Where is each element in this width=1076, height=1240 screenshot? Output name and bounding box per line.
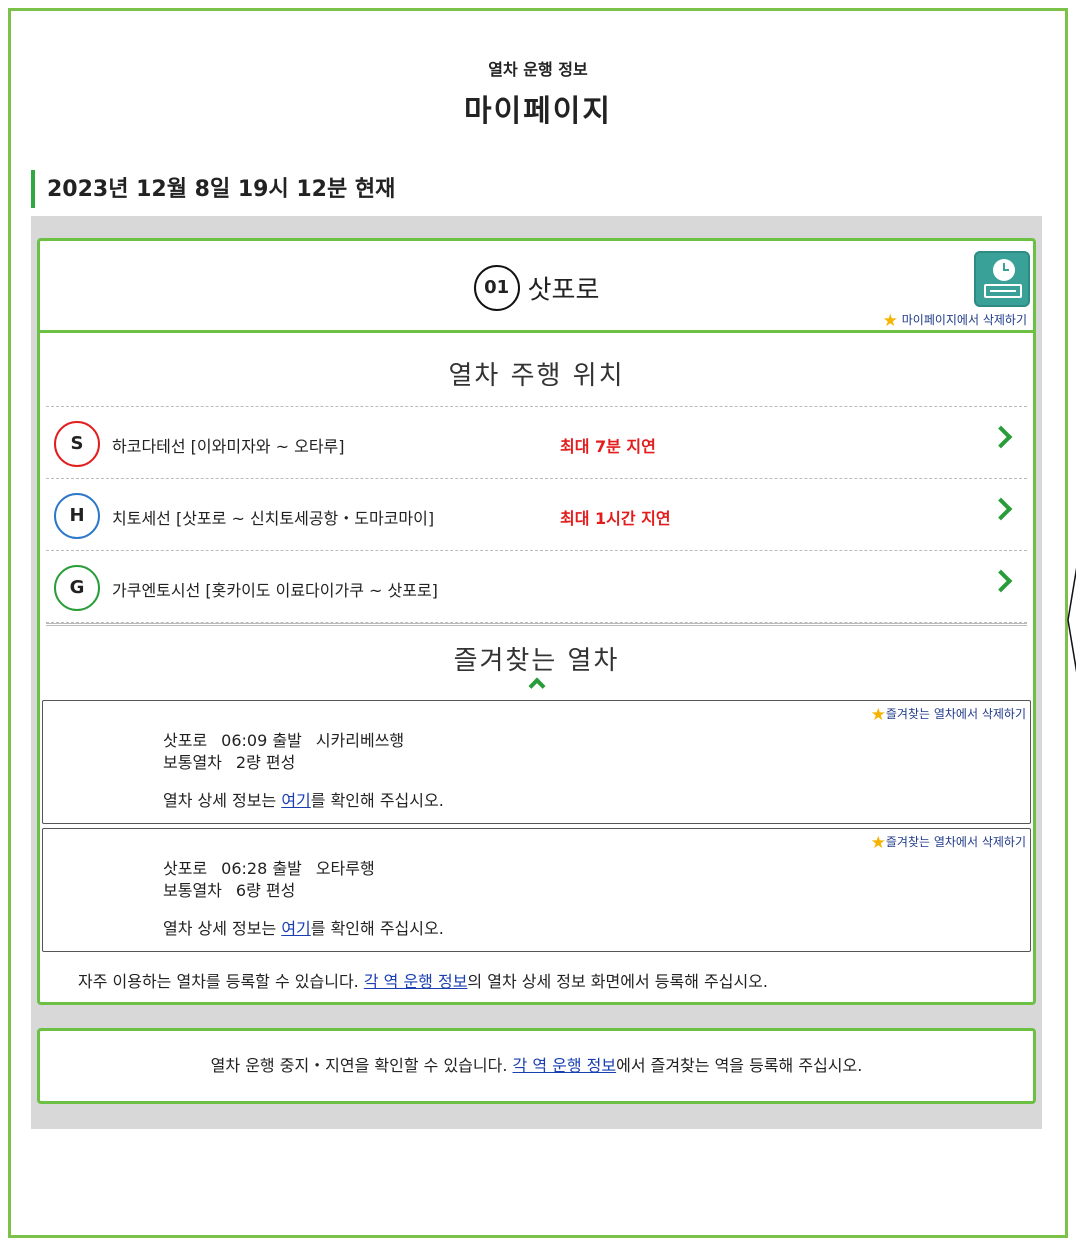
- line-name: 가쿠엔토시선 [홋카이도 이료다이가쿠 ~ 삿포로]: [112, 581, 438, 600]
- train-type: 보통열차: [163, 753, 222, 772]
- train-departure-info: 삿포로 06:28 출발 오타루행: [163, 855, 375, 879]
- train-detail-text: 열차 상세 정보는 여기를 확인해 주십시오.: [163, 915, 444, 939]
- train-time: 06:09 출발: [221, 731, 302, 750]
- page-subtitle: 열차 운행 정보: [488, 60, 588, 79]
- train-detail-link[interactable]: 여기: [281, 791, 310, 810]
- favorite-trains-title: 즐겨찾는 열차: [453, 646, 620, 676]
- line-row-s[interactable]: S 하코다테선 [이와미자와 ~ 오타루] 최대 7분 지연: [46, 407, 1027, 479]
- bottom-notice-suffix: 에서 즐겨찾는 역을 등록해 주십시오.: [616, 1056, 863, 1075]
- train-cars: 6량 편성: [235, 881, 296, 900]
- train-station: 삿포로: [163, 859, 208, 878]
- remove-favorite-label: 즐겨찾는 열차에서 삭제하기: [885, 707, 1026, 721]
- train-destination: 오타루행: [315, 859, 375, 878]
- star-icon: ★: [882, 311, 898, 331]
- departure-board-icon: [984, 284, 1022, 298]
- station-number-badge: 01: [473, 265, 520, 311]
- favorite-train-item: ★즐겨찾는 열차에서 삭제하기 삿포로 06:09 출발 시카리베쓰행 보통열차 2량…: [42, 700, 1031, 824]
- line-name: 치토세선 [삿포로 ~ 신치토세공항・도마코마이]: [112, 509, 435, 528]
- chevron-right-icon[interactable]: [989, 569, 1013, 593]
- train-departure-info: 삿포로 06:09 출발 시카리베쓰행: [163, 727, 404, 751]
- remove-favorite-link[interactable]: ★즐겨찾는 열차에서 삭제하기: [871, 833, 1026, 853]
- train-detail-text: 열차 상세 정보는 여기를 확인해 주십시오.: [163, 787, 444, 811]
- line-badge-g: G: [54, 565, 100, 611]
- remove-favorite-link[interactable]: ★즐겨찾는 열차에서 삭제하기: [871, 705, 1026, 725]
- line-badge-s: S: [54, 421, 100, 467]
- station-clock-board-icon[interactable]: [974, 251, 1030, 307]
- station-header: 01 삿포로 ★ 마이페이지에서 삭제하기: [40, 241, 1033, 333]
- detail-suffix: 를 확인해 주십시오.: [310, 791, 444, 810]
- line-row-g[interactable]: G 가쿠엔토시선 [홋카이도 이료다이가쿠 ~ 삿포로]: [46, 551, 1027, 623]
- page-title: 마이페이지: [464, 94, 612, 129]
- star-icon: ★: [870, 833, 886, 853]
- chevron-right-icon[interactable]: [989, 497, 1013, 521]
- station-title: 01 삿포로: [40, 265, 1033, 311]
- favorite-train-item: ★즐겨찾는 열차에서 삭제하기 삿포로 06:28 출발 오타루행 보통열차 6량 편…: [42, 828, 1031, 952]
- train-type-info: 보통열차 6량 편성: [163, 877, 295, 901]
- favorite-trains-header[interactable]: 즐겨찾는 열차: [40, 626, 1033, 700]
- bracket-decoration: [1067, 567, 1076, 673]
- bottom-notice-prefix: 열차 운행 중지・지연을 확인할 수 있습니다.: [210, 1056, 513, 1075]
- star-icon: ★: [870, 705, 886, 725]
- train-position-title: 열차 주행 위치: [448, 361, 625, 391]
- train-type: 보통열차: [163, 881, 222, 900]
- train-type-info: 보통열차 2량 편성: [163, 749, 295, 773]
- detail-prefix: 열차 상세 정보는: [163, 791, 282, 810]
- train-cars: 2량 편성: [235, 753, 296, 772]
- detail-suffix: 를 확인해 주십시오.: [310, 919, 444, 938]
- page-header: 열차 운행 정보 마이페이지: [0, 56, 1076, 130]
- remove-from-mypage-link[interactable]: ★ 마이페이지에서 삭제하기: [883, 311, 1027, 331]
- line-delay-status: 최대 1시간 지연: [560, 509, 671, 528]
- detail-prefix: 열차 상세 정보는: [163, 919, 282, 938]
- favorites-note: 자주 이용하는 열차를 등록할 수 있습니다. 각 역 운행 정보의 열차 상세…: [40, 968, 1033, 992]
- station-info-link[interactable]: 각 역 운행 정보: [513, 1056, 617, 1075]
- train-time: 06:28 출발: [221, 859, 302, 878]
- chevron-up-icon[interactable]: [528, 677, 545, 695]
- favorites-note-prefix: 자주 이용하는 열차를 등록할 수 있습니다.: [78, 972, 364, 991]
- station-name: 삿포로: [527, 275, 600, 306]
- bottom-notice-card: 열차 운행 중지・지연을 확인할 수 있습니다. 각 역 운행 정보에서 즐겨찾…: [37, 1028, 1036, 1104]
- remove-favorite-label: 즐겨찾는 열차에서 삭제하기: [885, 835, 1026, 849]
- line-name: 하코다테선 [이와미자와 ~ 오타루]: [112, 437, 345, 456]
- train-detail-link[interactable]: 여기: [281, 919, 310, 938]
- as-of-timestamp: 2023년 12월 8일 19시 12분 현재: [31, 170, 395, 208]
- train-destination: 시카리베쓰행: [315, 731, 405, 750]
- line-delay-status: 최대 7분 지연: [560, 437, 656, 456]
- clock-icon: [993, 259, 1015, 281]
- favorites-note-suffix: 의 열차 상세 정보 화면에서 등록해 주십시오.: [467, 972, 768, 991]
- remove-from-mypage-label: 마이페이지에서 삭제하기: [901, 313, 1027, 327]
- line-row-h[interactable]: H 치토세선 [삿포로 ~ 신치토세공항・도마코마이] 최대 1시간 지연: [46, 479, 1027, 551]
- train-station: 삿포로: [163, 731, 208, 750]
- station-card: 01 삿포로 ★ 마이페이지에서 삭제하기 열차 주행 위치 S 하코다테선 [이…: [37, 238, 1036, 1005]
- train-position-header: 열차 주행 위치: [46, 333, 1027, 407]
- station-info-link[interactable]: 각 역 운행 정보: [364, 972, 468, 991]
- chevron-right-icon[interactable]: [989, 425, 1013, 449]
- line-badge-h: H: [54, 493, 100, 539]
